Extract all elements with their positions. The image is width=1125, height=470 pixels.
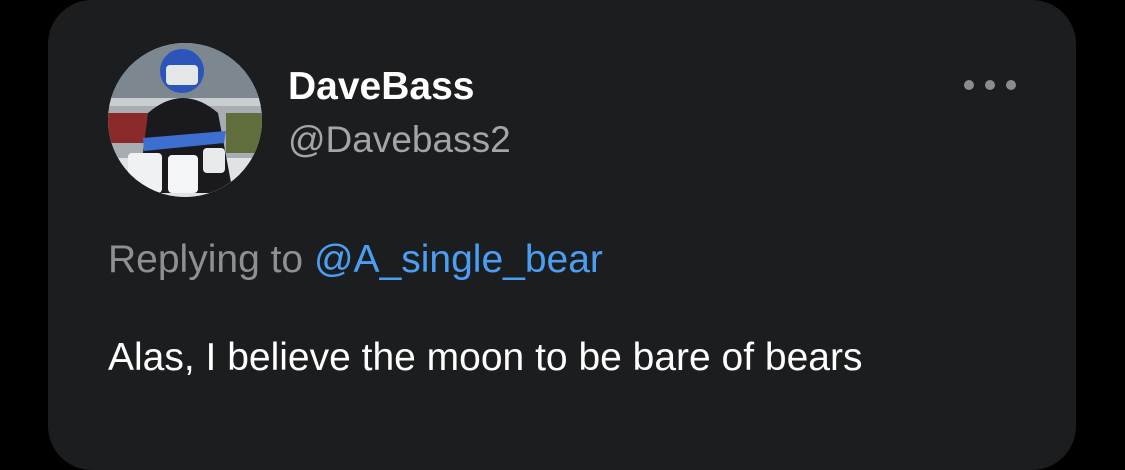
- more-dot: [1006, 80, 1016, 90]
- display-name[interactable]: DaveBass: [288, 64, 474, 110]
- replying-to-line: Replying to @A_single_bear: [108, 236, 603, 284]
- user-handle[interactable]: @Davebass2: [288, 118, 511, 162]
- tweet-text: Alas, I believe the moon to be bare of b…: [108, 336, 863, 379]
- more-options-icon[interactable]: [964, 70, 1016, 100]
- reply-mention-link[interactable]: @A_single_bear: [314, 238, 603, 281]
- replying-to-label: Replying to: [108, 238, 304, 281]
- goalie-photo-icon: [108, 43, 262, 197]
- avatar[interactable]: [108, 43, 262, 197]
- more-dot: [964, 80, 974, 90]
- more-dot: [985, 80, 995, 90]
